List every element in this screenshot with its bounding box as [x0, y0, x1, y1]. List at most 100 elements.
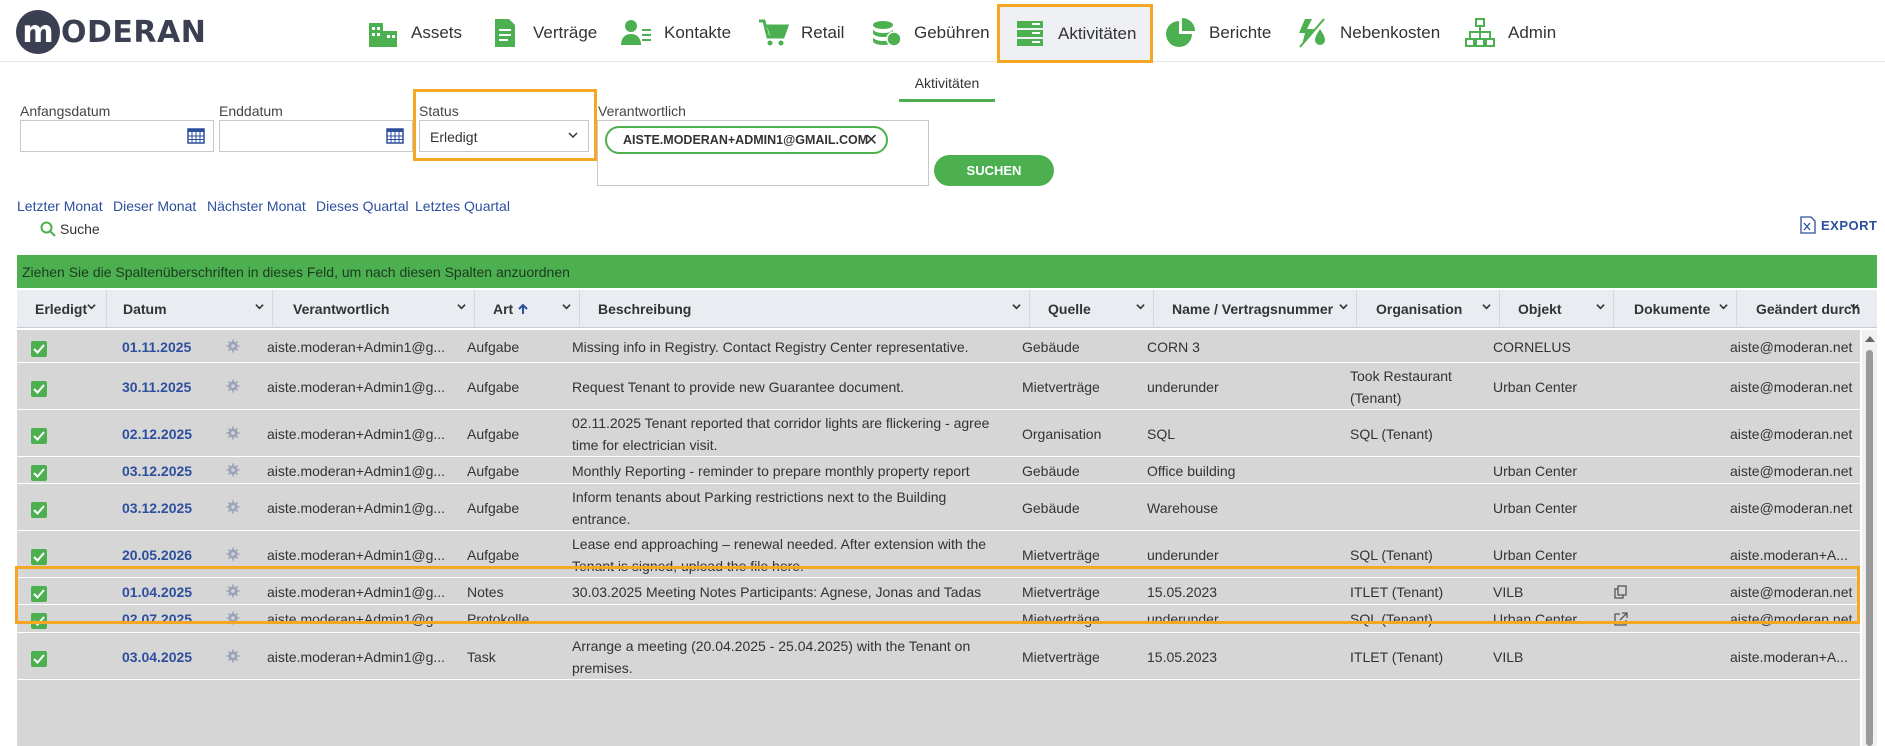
- nav-nebenkosten[interactable]: Nebenkosten: [1296, 4, 1440, 62]
- buildings-icon: [369, 23, 397, 47]
- completed-checkbox[interactable]: [31, 380, 47, 397]
- scroll-up-icon[interactable]: [1865, 336, 1875, 342]
- calendar-icon[interactable]: [386, 128, 404, 144]
- col-header-name[interactable]: Name / Vertragsnummer: [1154, 290, 1357, 328]
- completed-checkbox[interactable]: [31, 340, 47, 357]
- cell-objekt: Urban Center: [1493, 546, 1578, 563]
- col-header-organisation[interactable]: Organisation: [1357, 290, 1500, 328]
- calendar-icon[interactable]: [187, 128, 205, 144]
- cell-quelle: Mietverträge: [1022, 648, 1100, 665]
- start-date-input[interactable]: [20, 120, 214, 152]
- completed-checkbox[interactable]: [31, 548, 47, 565]
- table-row[interactable]: 03.12.2025 aiste.moderan+Admin1@g... Aufga…: [17, 457, 1860, 484]
- cell-art: Protokolle: [467, 611, 530, 627]
- cell-date[interactable]: 02.12.2025: [122, 410, 192, 457]
- gear-icon[interactable]: [226, 584, 240, 598]
- org-chart-icon: [1465, 18, 1495, 47]
- gear-icon[interactable]: [226, 547, 240, 561]
- moderan-logo[interactable]: m ODERAN: [16, 10, 206, 54]
- table-row[interactable]: 03.04.2025 aiste.moderan+Admin1@g... Task A…: [17, 633, 1860, 680]
- nav-berichte[interactable]: Berichte: [1165, 4, 1271, 62]
- top-navigation-bar: m ODERAN Assets Verträge Kontakte Retail…: [0, 0, 1885, 63]
- nav-retail[interactable]: Retail: [757, 4, 844, 62]
- cell-objekt: Urban Center: [1493, 378, 1578, 395]
- table-row[interactable]: 02.07.2025 aiste.moderan+Admin1@g... Proto…: [17, 605, 1860, 633]
- tab-aktivitaeten[interactable]: Aktivitäten: [899, 72, 995, 102]
- gear-icon[interactable]: [226, 611, 240, 625]
- search-toggle[interactable]: Suche: [40, 221, 100, 237]
- completed-checkbox[interactable]: [31, 501, 47, 518]
- cell-resp: aiste.moderan+Admin1@g...: [267, 499, 446, 516]
- cell-changed: aiste.moderan+A...: [1730, 546, 1848, 563]
- quick-link-next-month[interactable]: Nächster Monat: [207, 198, 306, 214]
- col-header-beschreibung[interactable]: Beschreibung: [580, 290, 1030, 328]
- completed-checkbox[interactable]: [31, 427, 47, 444]
- cell-org: ITLET (Tenant): [1350, 648, 1444, 665]
- nav-vertraege[interactable]: Verträge: [489, 4, 597, 62]
- copy-icon[interactable]: [1614, 578, 1628, 605]
- gear-icon[interactable]: [226, 426, 240, 440]
- nav-assets[interactable]: Assets: [367, 4, 462, 62]
- quick-link-this-month[interactable]: Dieser Monat: [113, 198, 196, 214]
- nav-admin[interactable]: Admin: [1464, 4, 1556, 62]
- cell-date[interactable]: 03.04.2025: [122, 633, 192, 680]
- table-row[interactable]: 30.11.2025 aiste.moderan+Admin1@g... Aufga…: [17, 363, 1860, 410]
- table-row[interactable]: 20.05.2026 aiste.moderan+Admin1@g... Aufga…: [17, 531, 1860, 578]
- completed-checkbox[interactable]: [31, 613, 47, 629]
- gear-icon[interactable]: [226, 463, 240, 477]
- coins-icon: [873, 21, 902, 47]
- quick-link-last-quarter[interactable]: Letztes Quartal: [415, 198, 510, 214]
- nav-aktivitaeten[interactable]: Aktivitäten: [997, 4, 1154, 63]
- col-header-geaendert-durch[interactable]: Geändert durch: [1737, 290, 1877, 328]
- table-row[interactable]: 03.12.2025 aiste.moderan+Admin1@g... Aufga…: [17, 484, 1860, 531]
- completed-checkbox[interactable]: [31, 650, 47, 667]
- cell-name: Warehouse: [1147, 499, 1219, 516]
- nav-kontakte[interactable]: Kontakte: [620, 4, 731, 62]
- cell-date[interactable]: 01.11.2025: [122, 330, 191, 363]
- export-button[interactable]: EXPORT: [1800, 216, 1877, 234]
- status-select[interactable]: Erledigt: [419, 120, 589, 152]
- utilities-icon: [1299, 18, 1325, 48]
- cell-objekt: Urban Center: [1493, 499, 1578, 516]
- table-row[interactable]: 01.04.2025 aiste.moderan+Admin1@g... Notes…: [17, 578, 1860, 605]
- nav-gebuehren[interactable]: Gebühren: [870, 4, 990, 62]
- col-header-objekt[interactable]: Objekt: [1500, 290, 1614, 328]
- vertical-scrollbar[interactable]: [1862, 330, 1877, 746]
- completed-checkbox[interactable]: [31, 464, 47, 481]
- quick-link-this-quarter[interactable]: Dieses Quartal: [316, 198, 409, 214]
- remove-chip-icon[interactable]: ✕: [865, 130, 878, 150]
- logo-text: ODERAN: [61, 14, 207, 50]
- cell-date[interactable]: 03.12.2025: [122, 484, 192, 531]
- group-by-drop-area[interactable]: Ziehen Sie die Spaltenüberschriften in d…: [17, 255, 1877, 288]
- cell-date[interactable]: 20.05.2026: [122, 531, 192, 578]
- cell-date[interactable]: 01.04.2025: [122, 578, 192, 605]
- gear-icon[interactable]: [226, 500, 240, 514]
- col-header-quelle[interactable]: Quelle: [1030, 290, 1154, 328]
- col-header-datum[interactable]: Datum: [107, 290, 273, 328]
- gear-icon[interactable]: [226, 379, 240, 393]
- gear-icon[interactable]: [226, 339, 240, 353]
- cell-date[interactable]: 02.07.2025: [122, 605, 192, 633]
- cell-desc: Monthly Reporting - reminder to prepare …: [572, 462, 970, 479]
- nav-label: Nebenkosten: [1340, 23, 1441, 42]
- sort-ascending-icon: [518, 303, 528, 314]
- cell-date[interactable]: 03.12.2025: [122, 457, 192, 484]
- scroll-thumb[interactable]: [1866, 350, 1873, 746]
- quick-link-last-month[interactable]: Letzter Monat: [17, 198, 103, 214]
- col-header-dokumente[interactable]: Dokumente: [1614, 290, 1737, 328]
- cell-desc: Inform tenants about Parking restriction…: [572, 488, 947, 527]
- cell-objekt: CORNELUS: [1493, 338, 1571, 355]
- completed-checkbox[interactable]: [31, 585, 47, 602]
- gear-icon[interactable]: [226, 649, 240, 663]
- col-header-erledigt[interactable]: Erledigt: [17, 290, 107, 328]
- chevron-down-icon: [1850, 304, 1859, 310]
- table-row[interactable]: 01.11.2025 aiste.moderan+Admin1@g... Aufga…: [17, 330, 1860, 363]
- cell-date[interactable]: 30.11.2025: [122, 363, 191, 410]
- table-row[interactable]: 02.12.2025 aiste.moderan+Admin1@g... Aufga…: [17, 410, 1860, 457]
- col-header-verantwortlich[interactable]: Verantwortlich: [273, 290, 475, 328]
- external-link-icon[interactable]: [1614, 605, 1628, 633]
- col-header-art[interactable]: Art: [475, 290, 580, 328]
- responsible-chip[interactable]: AISTE.MODERAN+ADMIN1@GMAIL.COM ✕: [605, 126, 888, 154]
- search-button[interactable]: SUCHEN: [934, 155, 1054, 186]
- end-date-input[interactable]: [219, 120, 413, 152]
